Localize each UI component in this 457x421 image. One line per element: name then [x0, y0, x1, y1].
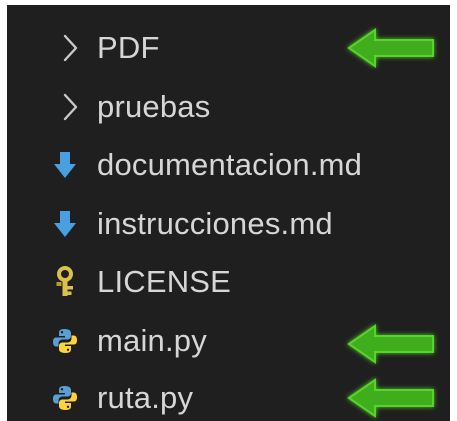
python-icon	[51, 324, 79, 358]
explorer-item-label: instrucciones.md	[97, 206, 333, 241]
explorer-item-license[interactable]: LICENSE	[7, 253, 450, 311]
explorer-item-label: pruebas	[97, 89, 211, 124]
highlight-arrow-icon	[347, 378, 434, 418]
explorer-item-documentacion-md[interactable]: documentacion.md	[7, 136, 450, 194]
chevron-right-icon[interactable]	[57, 31, 85, 65]
markdown-down-arrow-icon	[51, 207, 79, 241]
explorer-item-label: documentacion.md	[97, 147, 363, 182]
explorer-item-label: PDF	[97, 30, 160, 65]
explorer-item-instrucciones-md[interactable]: instrucciones.md	[7, 195, 450, 253]
chevron-right-icon[interactable]	[57, 90, 85, 124]
explorer-item-label: main.py	[97, 323, 207, 358]
explorer-item-pruebas-folder[interactable]: pruebas	[7, 78, 450, 136]
file-explorer: PDF pruebas documentacion.md instruccion…	[7, 5, 450, 421]
license-key-icon	[51, 265, 79, 299]
explorer-item-label: ruta.py	[97, 380, 194, 415]
explorer-item-label: LICENSE	[97, 264, 232, 299]
highlight-arrow-icon	[347, 324, 434, 364]
markdown-down-arrow-icon	[51, 148, 79, 182]
highlight-arrow-icon	[347, 28, 434, 68]
python-icon	[51, 381, 79, 415]
